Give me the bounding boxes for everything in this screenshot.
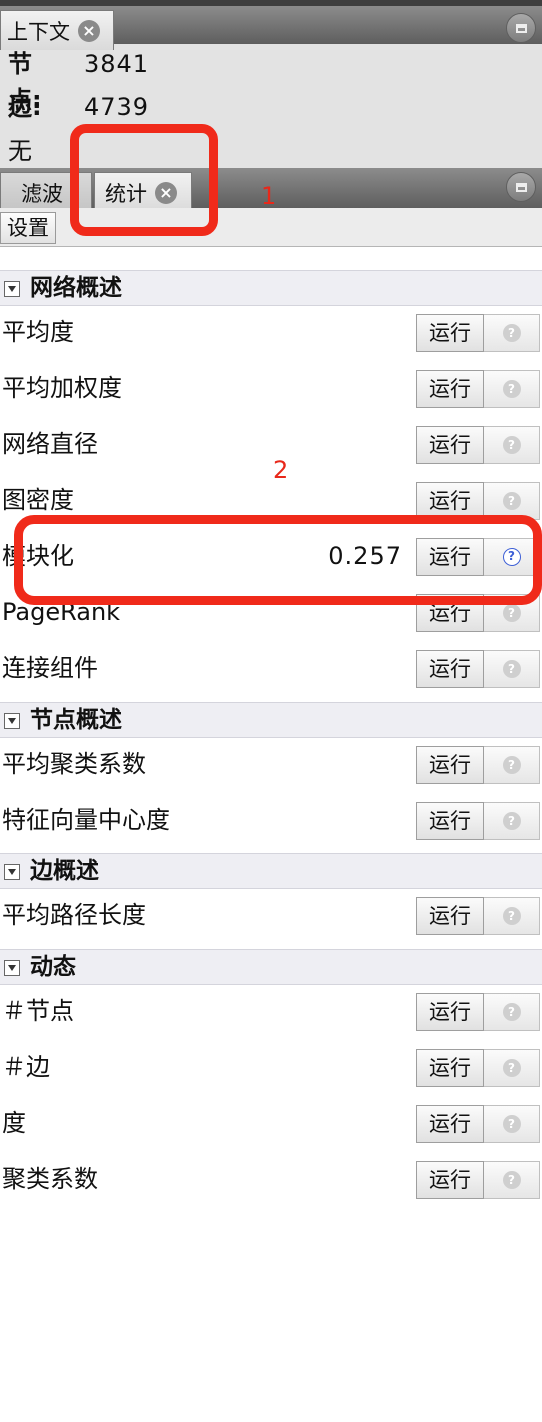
stat-row-average-degree: 平均度 运行 ? bbox=[0, 304, 542, 360]
edges-value: 4739 bbox=[84, 93, 150, 121]
help-button[interactable]: ? bbox=[484, 993, 540, 1031]
help-icon: ? bbox=[502, 756, 521, 774]
annotation-number-2: 2 bbox=[273, 456, 289, 484]
stat-label: 平均聚类系数 bbox=[2, 750, 146, 778]
help-button[interactable]: ? bbox=[484, 897, 540, 935]
stat-row-connected-components: 连接组件 运行 ? bbox=[0, 640, 542, 696]
graph-type-label: 无向图 bbox=[8, 137, 32, 165]
stat-label: ＃边 bbox=[2, 1053, 50, 1081]
annotation-box-modularity bbox=[14, 515, 542, 605]
section-edge-overview[interactable]: 边概述 bbox=[0, 853, 542, 889]
run-button[interactable]: 运行 bbox=[416, 1105, 484, 1143]
tab-filter-label: 滤波 bbox=[21, 181, 63, 206]
stat-label: 聚类系数 bbox=[2, 1165, 98, 1193]
help-icon: ? bbox=[502, 1003, 521, 1021]
section-dynamic[interactable]: 动态 bbox=[0, 949, 542, 985]
tab-context[interactable]: 上下文 × bbox=[0, 10, 114, 50]
run-button[interactable]: 运行 bbox=[416, 746, 484, 784]
section-title: 节点概述 bbox=[30, 707, 122, 733]
stat-label: 平均加权度 bbox=[2, 374, 122, 402]
stat-label: 特征向量中心度 bbox=[2, 806, 170, 834]
help-button[interactable]: ? bbox=[484, 370, 540, 408]
help-icon: ? bbox=[502, 436, 521, 454]
run-button[interactable]: 运行 bbox=[416, 370, 484, 408]
section-network-overview[interactable]: 网络概述 bbox=[0, 270, 542, 306]
section-title: 网络概述 bbox=[30, 275, 122, 301]
collapse-triangle-icon[interactable] bbox=[4, 281, 20, 297]
edges-label: 边: bbox=[8, 93, 42, 121]
stat-row-edge-count: ＃边 运行 ? bbox=[0, 1039, 542, 1095]
stat-row-average-path-length: 平均路径长度 运行 ? bbox=[0, 887, 542, 943]
annotation-box-statistics-tab bbox=[70, 124, 218, 236]
annotation-number-1: 1 bbox=[261, 182, 277, 210]
stat-label: 平均度 bbox=[2, 318, 74, 346]
help-button[interactable]: ? bbox=[484, 1105, 540, 1143]
help-button[interactable]: ? bbox=[484, 650, 540, 688]
context-tab-bar: 上下文 × bbox=[0, 0, 542, 50]
stat-row-node-count: ＃节点 运行 ? bbox=[0, 983, 542, 1039]
help-icon: ? bbox=[502, 604, 521, 622]
stat-label: 连接组件 bbox=[2, 654, 98, 682]
stat-row-network-diameter: 网络直径 运行 ? bbox=[0, 416, 542, 472]
stat-row-clustering-coefficient: 聚类系数 运行 ? bbox=[0, 1151, 542, 1207]
help-button[interactable]: ? bbox=[484, 1049, 540, 1087]
minimize-icon[interactable] bbox=[506, 172, 536, 202]
help-button[interactable]: ? bbox=[484, 746, 540, 784]
stat-label: ＃节点 bbox=[2, 997, 74, 1025]
section-title: 边概述 bbox=[30, 858, 99, 884]
help-button[interactable]: ? bbox=[484, 314, 540, 352]
tab-context-label: 上下文 bbox=[7, 19, 70, 44]
help-icon: ? bbox=[502, 660, 521, 678]
close-icon[interactable]: × bbox=[78, 19, 100, 42]
help-icon: ? bbox=[502, 380, 521, 398]
stat-row-eigenvector-centrality: 特征向量中心度 运行 ? bbox=[0, 792, 542, 848]
collapse-triangle-icon[interactable] bbox=[4, 864, 20, 880]
statistics-list: 网络概述 平均度 运行 ? 平均加权度 运行 ? 网络直径 运行 ? 图密度 运… bbox=[0, 246, 542, 1422]
stat-label: 度 bbox=[2, 1109, 26, 1137]
help-icon: ? bbox=[502, 907, 521, 925]
stat-row-degree: 度 运行 ? bbox=[0, 1095, 542, 1151]
minimize-icon[interactable] bbox=[506, 13, 536, 43]
stat-label: 网络直径 bbox=[2, 430, 98, 458]
help-icon: ? bbox=[502, 812, 521, 830]
section-title: 动态 bbox=[30, 954, 76, 980]
section-node-overview[interactable]: 节点概述 bbox=[0, 702, 542, 738]
help-icon: ? bbox=[502, 324, 521, 342]
run-button[interactable]: 运行 bbox=[416, 993, 484, 1031]
run-button[interactable]: 运行 bbox=[416, 426, 484, 464]
help-icon: ? bbox=[502, 1171, 521, 1189]
run-button[interactable]: 运行 bbox=[416, 802, 484, 840]
settings-button[interactable]: 设置 bbox=[0, 212, 56, 244]
nodes-value: 3841 bbox=[84, 50, 150, 78]
run-button[interactable]: 运行 bbox=[416, 314, 484, 352]
help-icon: ? bbox=[502, 492, 521, 510]
help-icon: ? bbox=[502, 1059, 521, 1077]
run-button[interactable]: 运行 bbox=[416, 650, 484, 688]
stat-label: 平均路径长度 bbox=[2, 901, 146, 929]
stat-row-average-weighted-degree: 平均加权度 运行 ? bbox=[0, 360, 542, 416]
help-icon: ? bbox=[502, 1115, 521, 1133]
run-button[interactable]: 运行 bbox=[416, 1049, 484, 1087]
collapse-triangle-icon[interactable] bbox=[4, 960, 20, 976]
stat-row-average-clustering-coefficient: 平均聚类系数 运行 ? bbox=[0, 736, 542, 792]
help-button[interactable]: ? bbox=[484, 1161, 540, 1199]
collapse-triangle-icon[interactable] bbox=[4, 713, 20, 729]
help-button[interactable]: ? bbox=[484, 426, 540, 464]
help-button[interactable]: ? bbox=[484, 802, 540, 840]
run-button[interactable]: 运行 bbox=[416, 897, 484, 935]
run-button[interactable]: 运行 bbox=[416, 1161, 484, 1199]
